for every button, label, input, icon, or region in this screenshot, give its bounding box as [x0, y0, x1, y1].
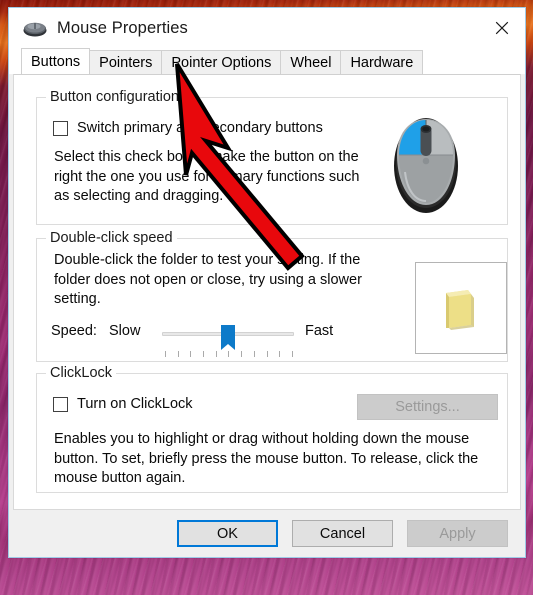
tab-wheel[interactable]: Wheel [280, 50, 342, 74]
switch-buttons-row[interactable]: Switch primary and secondary buttons [53, 120, 323, 136]
group-button-configuration: Button configuration Switch primary and … [36, 89, 508, 225]
slider-thumb[interactable] [221, 325, 235, 350]
dialog-footer: OK Cancel Apply [9, 510, 525, 557]
group-button-configuration-title: Button configuration [46, 89, 183, 105]
ok-button-label: OK [217, 525, 238, 542]
mouse-illustration [385, 110, 467, 218]
clicklock-row[interactable]: Turn on ClickLock [53, 396, 193, 412]
tab-hardware-label: Hardware [350, 54, 414, 71]
apply-button[interactable]: Apply [407, 520, 508, 547]
tab-pointer-options[interactable]: Pointer Options [161, 50, 282, 74]
tab-buttons[interactable]: Buttons [21, 48, 91, 74]
clicklock-settings-label: Settings... [395, 399, 460, 415]
group-double-click-speed: Double-click speed Double-click the fold… [36, 230, 508, 362]
double-click-speed-description: Double-click the folder to test your set… [54, 252, 362, 307]
switch-buttons-label: Switch primary and secondary buttons [77, 120, 323, 136]
folder-icon[interactable] [438, 285, 482, 331]
close-icon[interactable] [479, 8, 525, 48]
switch-buttons-checkbox[interactable] [53, 120, 68, 136]
tab-wheel-label: Wheel [290, 54, 332, 71]
window-title: Mouse Properties [57, 18, 188, 37]
tab-hardware[interactable]: Hardware [340, 50, 424, 74]
tab-pointers-label: Pointers [99, 54, 153, 71]
clicklock-description: Enables you to highlight or drag without… [54, 431, 479, 486]
apply-button-label: Apply [439, 525, 476, 542]
double-click-test-area[interactable] [415, 262, 507, 354]
group-clicklock: ClickLock Turn on ClickLock Settings... … [36, 365, 508, 493]
fast-label: Fast [305, 323, 334, 339]
cancel-button[interactable]: Cancel [292, 520, 393, 547]
tab-panel-buttons: Button configuration Switch primary and … [13, 74, 521, 510]
cancel-button-label: Cancel [319, 525, 366, 542]
button-configuration-description: Select this check box to make the button… [54, 149, 360, 204]
mouse-properties-dialog: Mouse Properties Buttons Pointers Pointe… [8, 7, 526, 558]
tab-buttons-label: Buttons [31, 53, 81, 70]
speed-label: Speed: [51, 323, 97, 339]
desktop-background: Mouse Properties Buttons Pointers Pointe… [0, 0, 533, 595]
mouse-icon [22, 18, 48, 38]
slow-label: Slow [109, 323, 141, 339]
clicklock-label: Turn on ClickLock [77, 396, 193, 412]
group-double-click-speed-title: Double-click speed [46, 230, 177, 246]
slider-ticks [165, 351, 293, 358]
tab-pointers[interactable]: Pointers [89, 50, 163, 74]
tab-pointer-options-label: Pointer Options [171, 54, 272, 71]
group-clicklock-title: ClickLock [46, 365, 117, 381]
tab-strip: Buttons Pointers Pointer Options Wheel H… [9, 48, 525, 74]
clicklock-settings-button[interactable]: Settings... [357, 394, 498, 420]
double-click-speed-slider[interactable] [162, 323, 294, 361]
clicklock-checkbox[interactable] [53, 396, 68, 412]
title-bar: Mouse Properties [9, 8, 525, 48]
ok-button[interactable]: OK [177, 520, 278, 547]
